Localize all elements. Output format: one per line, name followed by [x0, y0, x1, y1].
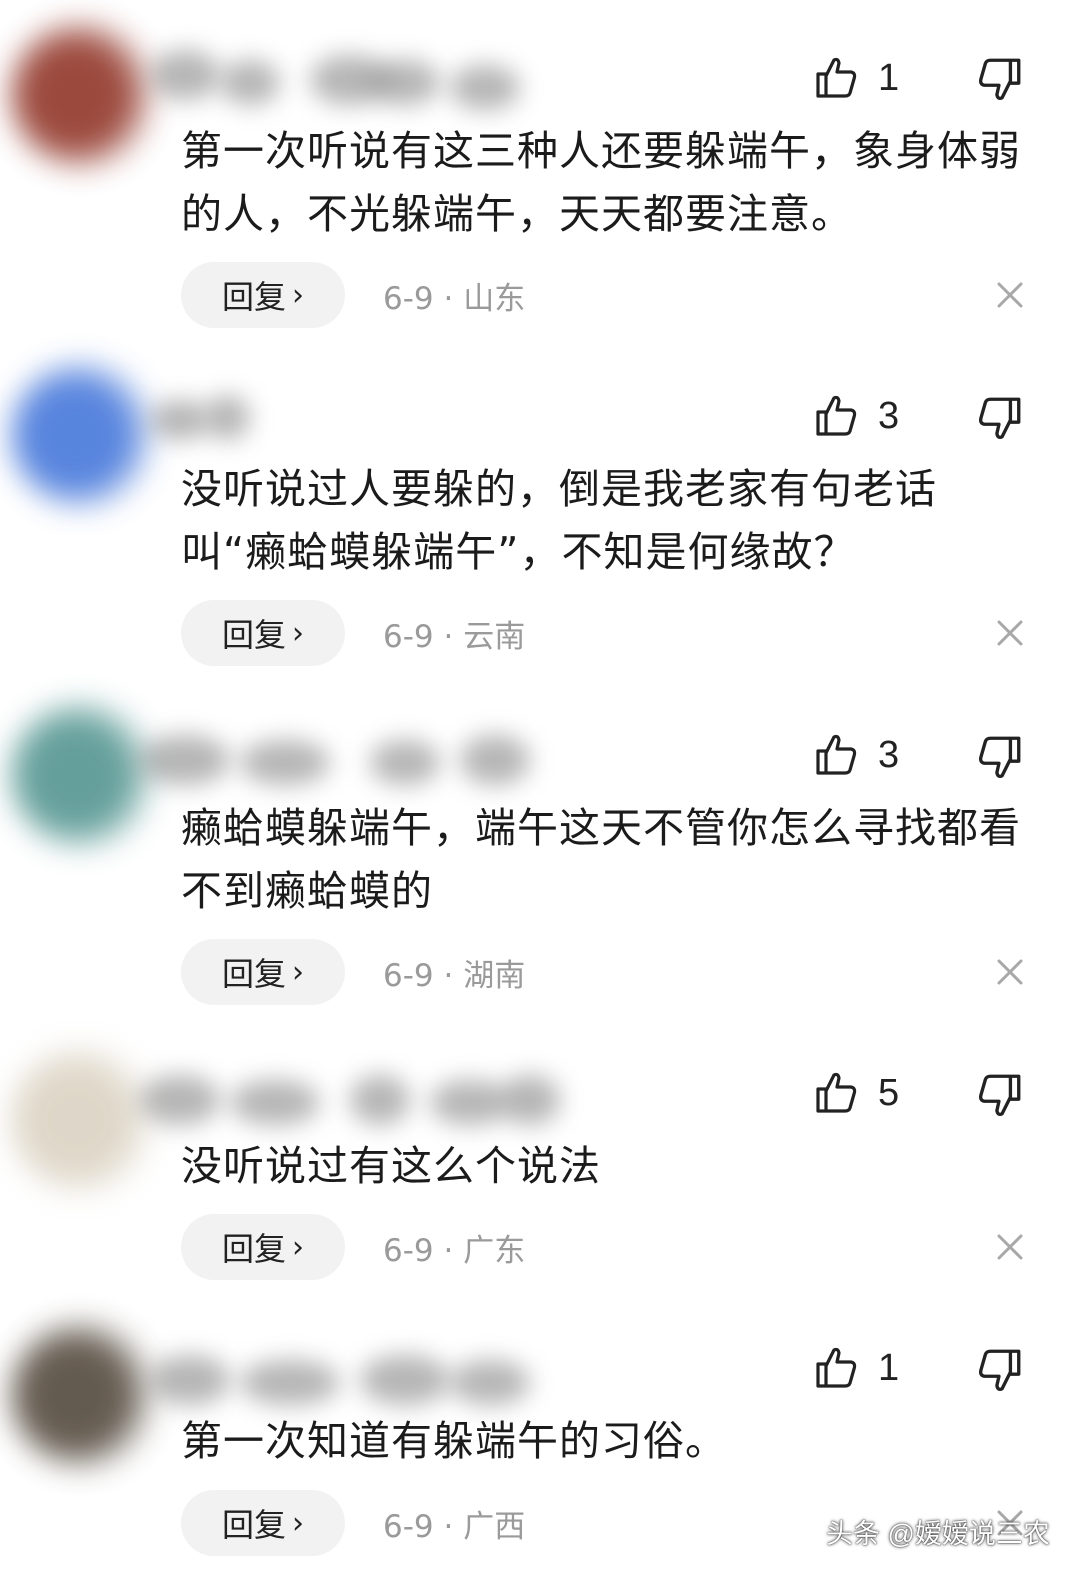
username-blur-blob [150, 400, 210, 440]
date-location: 6-9 · 广西 [383, 1508, 526, 1545]
chevron-right-icon: › [292, 1229, 304, 1265]
comment-text: 没听说过人要躲的，倒是我老家有句老话叫“癞蛤蟆躲端午”，不知是何缘故？ [181, 465, 937, 576]
reply-label: 回复 [221, 1230, 286, 1268]
thumbs-down-icon[interactable] [975, 732, 1025, 782]
avatar[interactable] [8, 1045, 158, 1195]
username-blur-blob [370, 60, 440, 105]
thumbs-up-icon [812, 1069, 860, 1117]
date-location: 6-9 · 云南 [383, 618, 526, 655]
thumbs-up-icon [812, 731, 860, 779]
username-blur-blob [240, 740, 330, 785]
close-icon[interactable] [993, 1230, 1027, 1264]
like-button[interactable]: 5 [812, 1063, 899, 1123]
watermark: 头条 @嫒嫒说三农 [826, 1519, 1050, 1549]
comment-text: 第一次知道有躲端午的习俗。 [181, 1417, 727, 1465]
like-button[interactable]: 1 [812, 1338, 899, 1398]
close-icon[interactable] [993, 278, 1027, 312]
comment-meta-row: 回复 › 6-9 · 湖南 [181, 939, 525, 1005]
thumbs-down-icon[interactable] [975, 1070, 1025, 1120]
reply-button[interactable]: 回复 › [181, 262, 345, 328]
thumbs-up-icon [812, 1344, 860, 1392]
reply-label: 回复 [221, 955, 286, 993]
thumbs-down-icon[interactable] [975, 393, 1025, 443]
username-blur-blob [205, 395, 250, 440]
date-location: 6-9 · 山东 [383, 280, 526, 317]
comment-text: 癞蛤蟆躲端午，端午这天不管你怎么寻找都看不到癞蛤蟆的 [181, 804, 1021, 915]
username-blur-blob [220, 60, 280, 105]
reply-button[interactable]: 回复 › [181, 1490, 345, 1556]
thumbs-down-icon[interactable] [975, 54, 1025, 104]
username-blur-blob [450, 1360, 530, 1405]
avatar[interactable] [8, 1320, 158, 1470]
avatar[interactable] [8, 700, 158, 850]
chevron-right-icon: › [292, 954, 304, 990]
comment-text: 没听说过有这么个说法 [181, 1142, 601, 1190]
username-blur-blob [350, 1075, 410, 1125]
thumbs-up-icon [812, 54, 860, 102]
username-blur-blob [460, 735, 530, 785]
username-blur-blob [150, 50, 220, 100]
close-icon[interactable] [993, 616, 1027, 650]
comment-meta-row: 回复 › 6-9 · 广西 [181, 1490, 525, 1556]
username-blur-blob [450, 65, 520, 110]
reply-label: 回复 [221, 278, 286, 316]
thumbs-down-icon[interactable] [975, 1345, 1025, 1395]
comment-meta-row: 回复 › 6-9 · 云南 [181, 600, 525, 666]
username-blur-blob [140, 735, 230, 785]
chevron-right-icon: › [292, 277, 304, 313]
thumbs-up-icon [812, 392, 860, 440]
like-count: 3 [878, 733, 900, 776]
chevron-right-icon: › [292, 1505, 304, 1541]
chevron-right-icon: › [292, 615, 304, 651]
comment-text: 第一次听说有这三种人还要躲端午，象身体弱的人，不光躲端午，天天都要注意。 [181, 127, 1021, 238]
username-blur-blob [430, 1080, 510, 1125]
reply-button[interactable]: 回复 › [181, 1214, 345, 1280]
username-blur-blob [360, 1355, 450, 1405]
like-button[interactable]: 3 [812, 725, 899, 785]
date-location: 6-9 · 广东 [383, 1232, 526, 1269]
like-button[interactable]: 3 [812, 386, 899, 446]
like-count: 1 [878, 1346, 900, 1389]
reply-label: 回复 [221, 616, 286, 654]
avatar[interactable] [8, 360, 158, 510]
close-icon[interactable] [993, 955, 1027, 989]
date-location: 6-9 · 湖南 [383, 957, 526, 994]
avatar[interactable] [8, 20, 158, 170]
like-count: 3 [878, 394, 900, 437]
reply-button[interactable]: 回复 › [181, 600, 345, 666]
username-blur-blob [370, 740, 440, 785]
username-blur-blob [240, 1360, 340, 1405]
like-button[interactable]: 1 [812, 48, 899, 108]
username-blur-blob [500, 1075, 560, 1125]
comment-meta-row: 回复 › 6-9 · 广东 [181, 1214, 525, 1280]
username-blur-blob [150, 1355, 230, 1405]
reply-button[interactable]: 回复 › [181, 939, 345, 1005]
username-blur-blob [140, 1075, 220, 1125]
username-blur-blob [230, 1080, 320, 1125]
reply-label: 回复 [221, 1506, 286, 1544]
like-count: 5 [878, 1071, 900, 1114]
comment-meta-row: 回复 › 6-9 · 山东 [181, 262, 525, 328]
like-count: 1 [878, 56, 900, 99]
